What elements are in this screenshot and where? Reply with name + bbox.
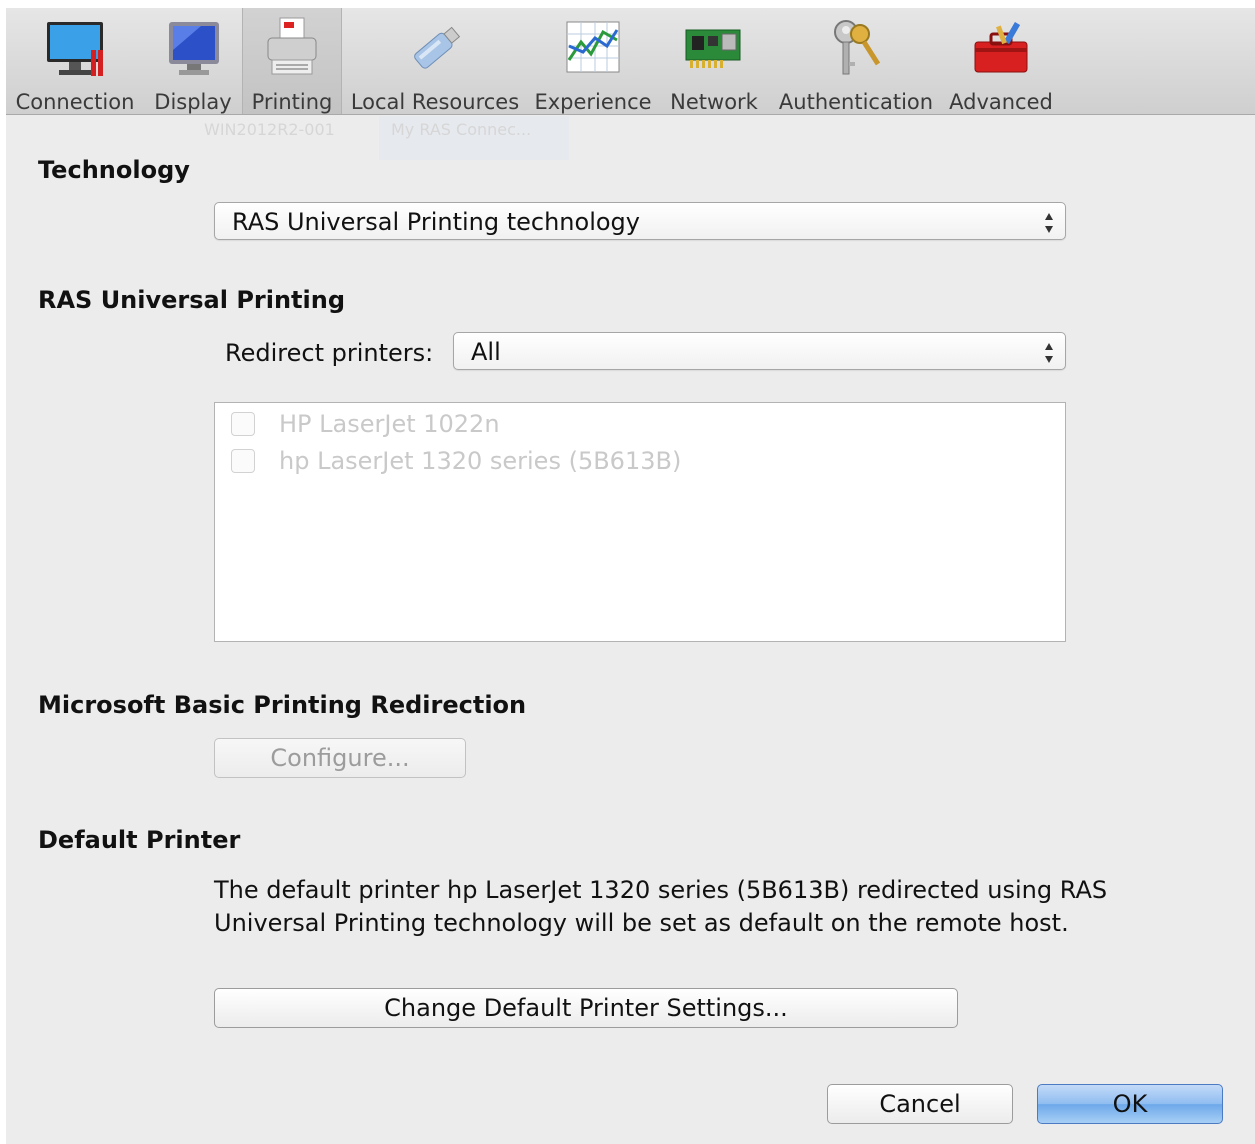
default-printer-description: The default printer hp LaserJet 1320 ser… [214, 876, 1108, 937]
change-default-printer-button[interactable]: Change Default Printer Settings... [214, 988, 958, 1028]
background-ghost-text: WIN2012R2-001 [204, 120, 335, 139]
usb-drive-icon [403, 16, 467, 80]
technology-popup[interactable]: RAS Universal Printing technology [214, 202, 1066, 240]
printer-checkbox[interactable] [231, 449, 255, 473]
technology-value: RAS Universal Printing technology [232, 208, 640, 236]
monitor-connection-icon [43, 16, 107, 80]
tab-label: Printing [251, 90, 333, 114]
ras-universal-printing-heading: RAS Universal Printing [38, 286, 346, 314]
microsoft-basic-printing-heading: Microsoft Basic Printing Redirection [38, 691, 527, 719]
redirect-printers-popup[interactable]: All [453, 332, 1066, 370]
tab-label: Connection [15, 90, 135, 114]
list-item[interactable]: hp LaserJet 1320 series (5B613B) [231, 446, 681, 476]
display-icon [161, 16, 225, 80]
tab-advanced[interactable]: Advanced [946, 8, 1056, 114]
popup-arrows-icon [1043, 339, 1055, 365]
configure-button[interactable]: Configure... [214, 738, 466, 778]
popup-arrows-icon [1043, 209, 1055, 235]
printer-icon [260, 16, 324, 80]
tab-printing[interactable]: Printing [242, 8, 342, 114]
printer-name: HP LaserJet 1022n [279, 410, 500, 438]
tab-label: Experience [534, 90, 652, 114]
default-printer-heading: Default Printer [38, 826, 241, 854]
tab-label: Local Resources [350, 90, 520, 114]
tab-display[interactable]: Display [150, 8, 236, 114]
background-ghost-text: My RAS Connec... [391, 120, 532, 139]
tab-label: Advanced [949, 90, 1053, 114]
redirect-printers-value: All [471, 338, 501, 366]
cancel-button[interactable]: Cancel [827, 1084, 1013, 1124]
tab-label: Display [154, 90, 232, 114]
ok-button[interactable]: OK [1037, 1084, 1223, 1124]
printer-checkbox[interactable] [231, 412, 255, 436]
tab-experience[interactable]: Experience [534, 8, 652, 114]
tab-local-resources[interactable]: Local Resources [350, 8, 520, 114]
printing-preferences-window: WIN2012R2-001 My RAS Connec... Connectio… [6, 8, 1255, 1144]
tab-authentication[interactable]: Authentication [776, 8, 936, 114]
toolbox-icon [969, 16, 1033, 80]
technology-heading: Technology [38, 156, 190, 184]
keys-icon [824, 16, 888, 80]
tab-connection[interactable]: Connection [10, 8, 140, 114]
preferences-toolbar: Connection Display Printing Local Resour… [6, 8, 1255, 115]
chart-icon [561, 16, 625, 80]
redirect-printers-label: Redirect printers: [225, 339, 434, 367]
network-card-icon [682, 16, 746, 80]
printer-list[interactable]: HP LaserJet 1022n hp LaserJet 1320 serie… [214, 402, 1066, 642]
tab-label: Network [670, 90, 758, 114]
tab-network[interactable]: Network [666, 8, 762, 114]
printer-name: hp LaserJet 1320 series (5B613B) [279, 447, 682, 475]
tab-label: Authentication [778, 90, 934, 114]
list-item[interactable]: HP LaserJet 1022n [231, 409, 500, 439]
